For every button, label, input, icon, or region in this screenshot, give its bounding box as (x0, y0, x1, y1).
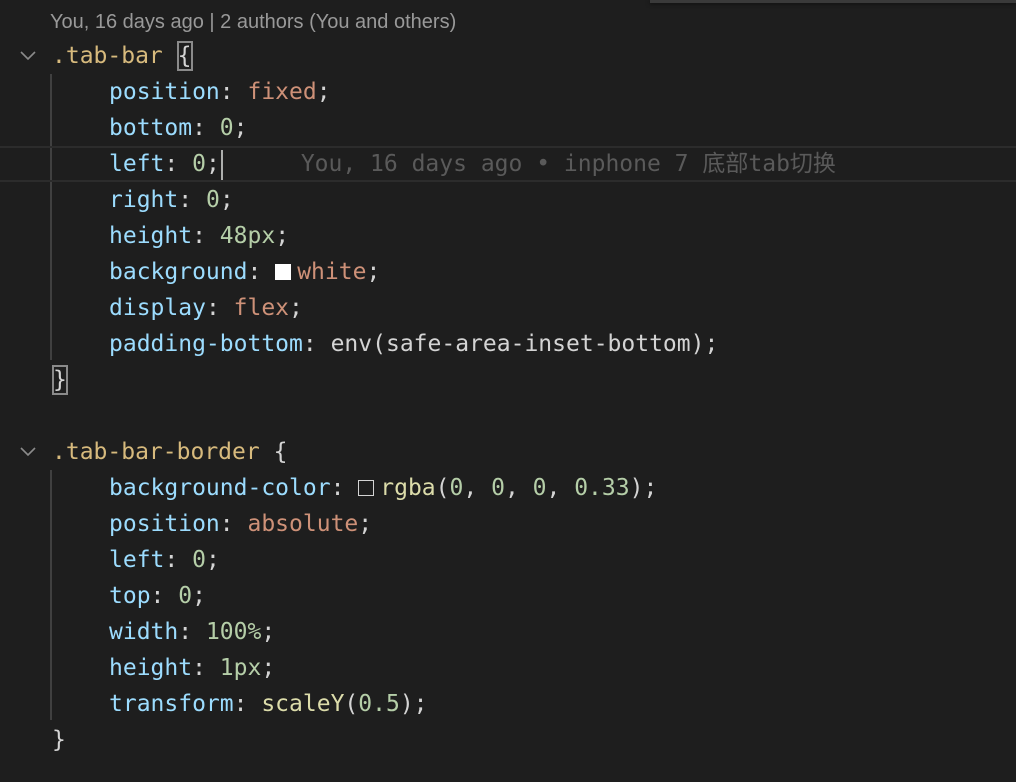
css-value: fixed (247, 79, 317, 105)
css-property: display (109, 295, 206, 321)
overlay-widget-edge (650, 0, 1016, 3)
code-line[interactable]: transform: scaleY(0.5); (0, 686, 1016, 722)
color-swatch-icon[interactable] (275, 264, 292, 280)
fold-chevron-icon[interactable] (16, 38, 40, 74)
css-value: 48px (219, 223, 276, 249)
open-brace-match: { (176, 41, 193, 71)
css-property: width (109, 619, 179, 645)
css-function-arg: 0.33 (574, 475, 630, 501)
css-property: height (109, 223, 193, 249)
code-line[interactable]: display: flex; (0, 290, 1016, 326)
css-value: 0 (178, 583, 193, 609)
css-function-arg: 0.5 (358, 691, 400, 717)
code-editor[interactable]: You, 16 days ago | 2 authors (You and ot… (0, 0, 1016, 782)
css-value: 0 (192, 547, 206, 573)
css-property: position (109, 79, 220, 105)
css-function-arg: 0 (532, 475, 547, 501)
open-brace: { (273, 439, 288, 465)
css-value: 0 (192, 151, 206, 177)
css-property: bottom (109, 115, 193, 141)
git-blame-codelens[interactable]: You, 16 days ago | 2 authors (You and ot… (50, 8, 456, 36)
code-line[interactable]: .tab-bar { (0, 38, 1016, 74)
text-cursor (220, 149, 223, 180)
css-function-arg: safe-area-inset-bottom (385, 331, 691, 357)
css-value: absolute (247, 511, 359, 537)
code-line[interactable]: background-color: rgba(0, 0, 0, 0.33); (0, 470, 1016, 506)
color-swatch-icon[interactable] (358, 480, 375, 496)
code-line[interactable]: position: absolute; (0, 506, 1016, 542)
code-line[interactable]: bottom: 0; (0, 110, 1016, 146)
fold-chevron-icon[interactable] (16, 434, 40, 470)
close-brace-match: } (52, 365, 68, 395)
css-property: left (109, 547, 165, 573)
css-property: position (109, 511, 220, 537)
css-value: 1px (219, 655, 262, 681)
code-line[interactable]: padding-bottom: env(safe-area-inset-bott… (0, 326, 1016, 362)
code-line[interactable]: width: 100%; (0, 614, 1016, 650)
css-function: env (330, 331, 373, 357)
code-line[interactable]: height: 1px; (0, 650, 1016, 686)
css-property: padding-bottom (109, 331, 303, 357)
inline-blame-annotation: You, 16 days ago • inphone 7 底部tab切换 (300, 151, 836, 177)
css-function: rgba (380, 475, 436, 501)
css-value: 0 (219, 115, 234, 141)
code-line[interactable]: left: 0; (0, 542, 1016, 578)
css-value: white (297, 259, 367, 285)
css-function-arg: 0 (449, 475, 464, 501)
code-line[interactable]: height: 48px; (0, 218, 1016, 254)
code-line[interactable]: .tab-bar-border { (0, 434, 1016, 470)
css-value: 100% (205, 619, 262, 645)
code-line[interactable]: top: 0; (0, 578, 1016, 614)
css-property: transform (109, 691, 234, 717)
code-line[interactable]: } (0, 722, 1016, 758)
css-property: top (109, 583, 151, 609)
css-selector: .tab-bar-border (52, 439, 260, 465)
css-property: background-color (109, 475, 331, 501)
css-function-arg: 0 (491, 475, 505, 501)
css-selector: .tab-bar (52, 43, 163, 69)
css-property: height (109, 655, 193, 681)
css-property: left (109, 151, 165, 177)
css-property: right (109, 187, 179, 213)
css-property: background (109, 259, 248, 285)
code-line[interactable]: } (0, 362, 1016, 398)
code-line[interactable]: background: white; (0, 254, 1016, 290)
code-line[interactable]: position: fixed; (0, 74, 1016, 110)
css-value: 0 (205, 187, 220, 213)
code-line[interactable]: right: 0; (0, 182, 1016, 218)
close-brace: } (52, 727, 66, 753)
css-function: scaleY (261, 691, 345, 717)
css-value: flex (233, 295, 290, 321)
current-code-line[interactable]: left: 0; You, 16 days ago • inphone 7 底部t… (0, 146, 1016, 182)
